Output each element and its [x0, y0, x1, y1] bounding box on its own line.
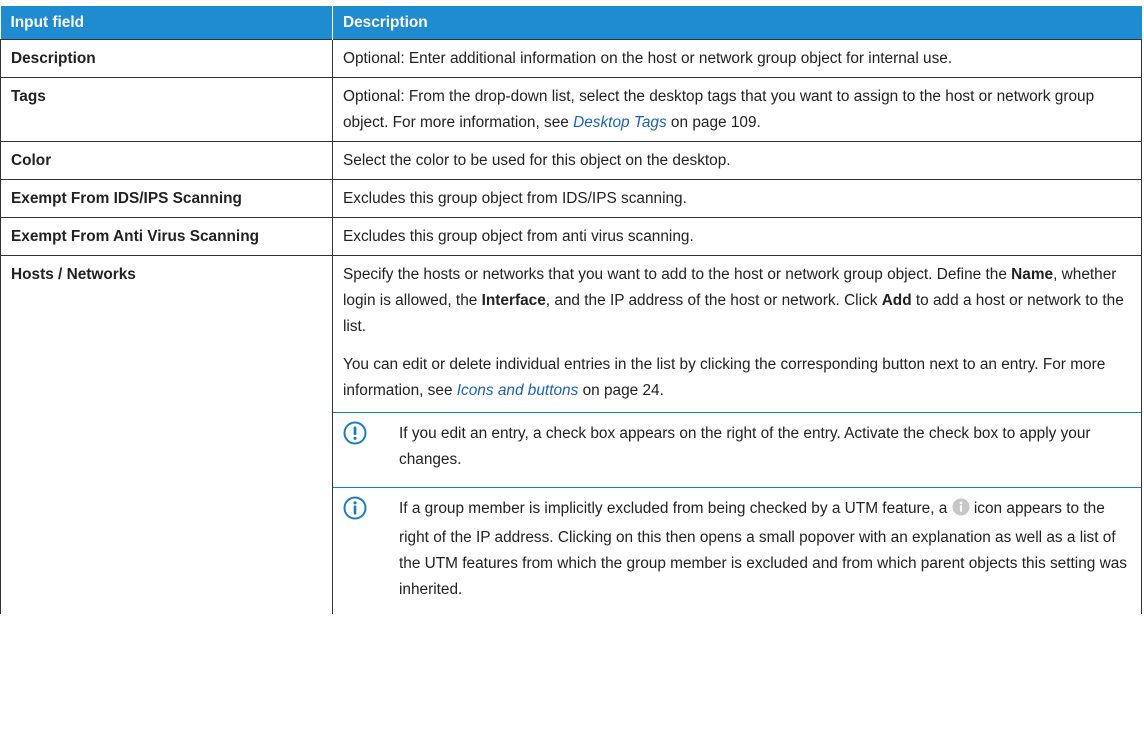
bold-term-name: Name [1011, 266, 1054, 283]
bold-term-interface: Interface [481, 292, 546, 309]
description-text: Excludes this group object from IDS/IPS … [343, 190, 687, 207]
exclamation-circle-icon [343, 421, 399, 473]
field-description: Optional: From the drop-down list, selec… [332, 77, 1142, 142]
field-description: Specify the hosts or networks that you w… [332, 255, 1142, 614]
column-header-description: Description [332, 6, 1142, 40]
description-text: Excludes this group object from anti vir… [343, 228, 694, 245]
field-name: Tags [0, 77, 333, 142]
field-description: Select the color to be used for this obj… [332, 141, 1142, 180]
text-segment: on page 24. [578, 382, 664, 399]
description-text: Optional: Enter additional information o… [343, 50, 953, 67]
table-row-tags: Tags Optional: From the drop-down list, … [0, 77, 1142, 142]
field-name: Exempt From IDS/IPS Scanning [0, 179, 333, 218]
info-circle-icon [343, 496, 399, 603]
input-field-table: Input field Description Description Opti… [0, 6, 1142, 614]
text-segment: Specify the hosts or networks that you w… [343, 266, 1012, 283]
description-text: Select the color to be used for this obj… [343, 152, 731, 169]
table-row-exempt-ids-ips: Exempt From IDS/IPS Scanning Excludes th… [0, 179, 1142, 218]
info-note-text: If a group member is implicitly excluded… [399, 496, 1131, 603]
table-row-description: Description Optional: Enter additional i… [0, 39, 1142, 78]
info-note: If a group member is implicitly excluded… [333, 487, 1141, 609]
table-header-row: Input field Description [0, 6, 1142, 40]
table-row-hosts-networks: Hosts / Networks Specify the hosts or ne… [0, 255, 1142, 614]
table-row-exempt-anti-virus: Exempt From Anti Virus Scanning Excludes… [0, 217, 1142, 256]
hosts-paragraph-2: You can edit or delete individual entrie… [343, 352, 1131, 404]
desktop-tags-link[interactable]: Desktop Tags [573, 114, 667, 131]
column-header-input-field: Input field [0, 6, 333, 40]
field-description: Excludes this group object from anti vir… [332, 217, 1142, 256]
text-segment: , and the IP address of the host or netw… [545, 292, 882, 309]
table-row-color: Color Select the color to be used for th… [0, 141, 1142, 180]
field-name: Color [0, 141, 333, 180]
field-description: Optional: Enter additional information o… [332, 39, 1142, 78]
hosts-paragraph-1: Specify the hosts or networks that you w… [343, 262, 1131, 340]
description-text: on page 109. [666, 114, 761, 131]
text-segment: If a group member is implicitly excluded… [399, 500, 952, 517]
field-name: Exempt From Anti Virus Scanning [0, 217, 333, 256]
info-filled-icon [952, 498, 970, 525]
field-description: Excludes this group object from IDS/IPS … [332, 179, 1142, 218]
warning-note: If you edit an entry, a check box appear… [333, 412, 1141, 479]
bold-term-add: Add [881, 292, 912, 309]
field-name: Description [0, 39, 333, 78]
icons-and-buttons-link[interactable]: Icons and buttons [457, 382, 579, 399]
warning-note-text: If you edit an entry, a check box appear… [399, 425, 1091, 468]
field-name: Hosts / Networks [0, 255, 333, 614]
